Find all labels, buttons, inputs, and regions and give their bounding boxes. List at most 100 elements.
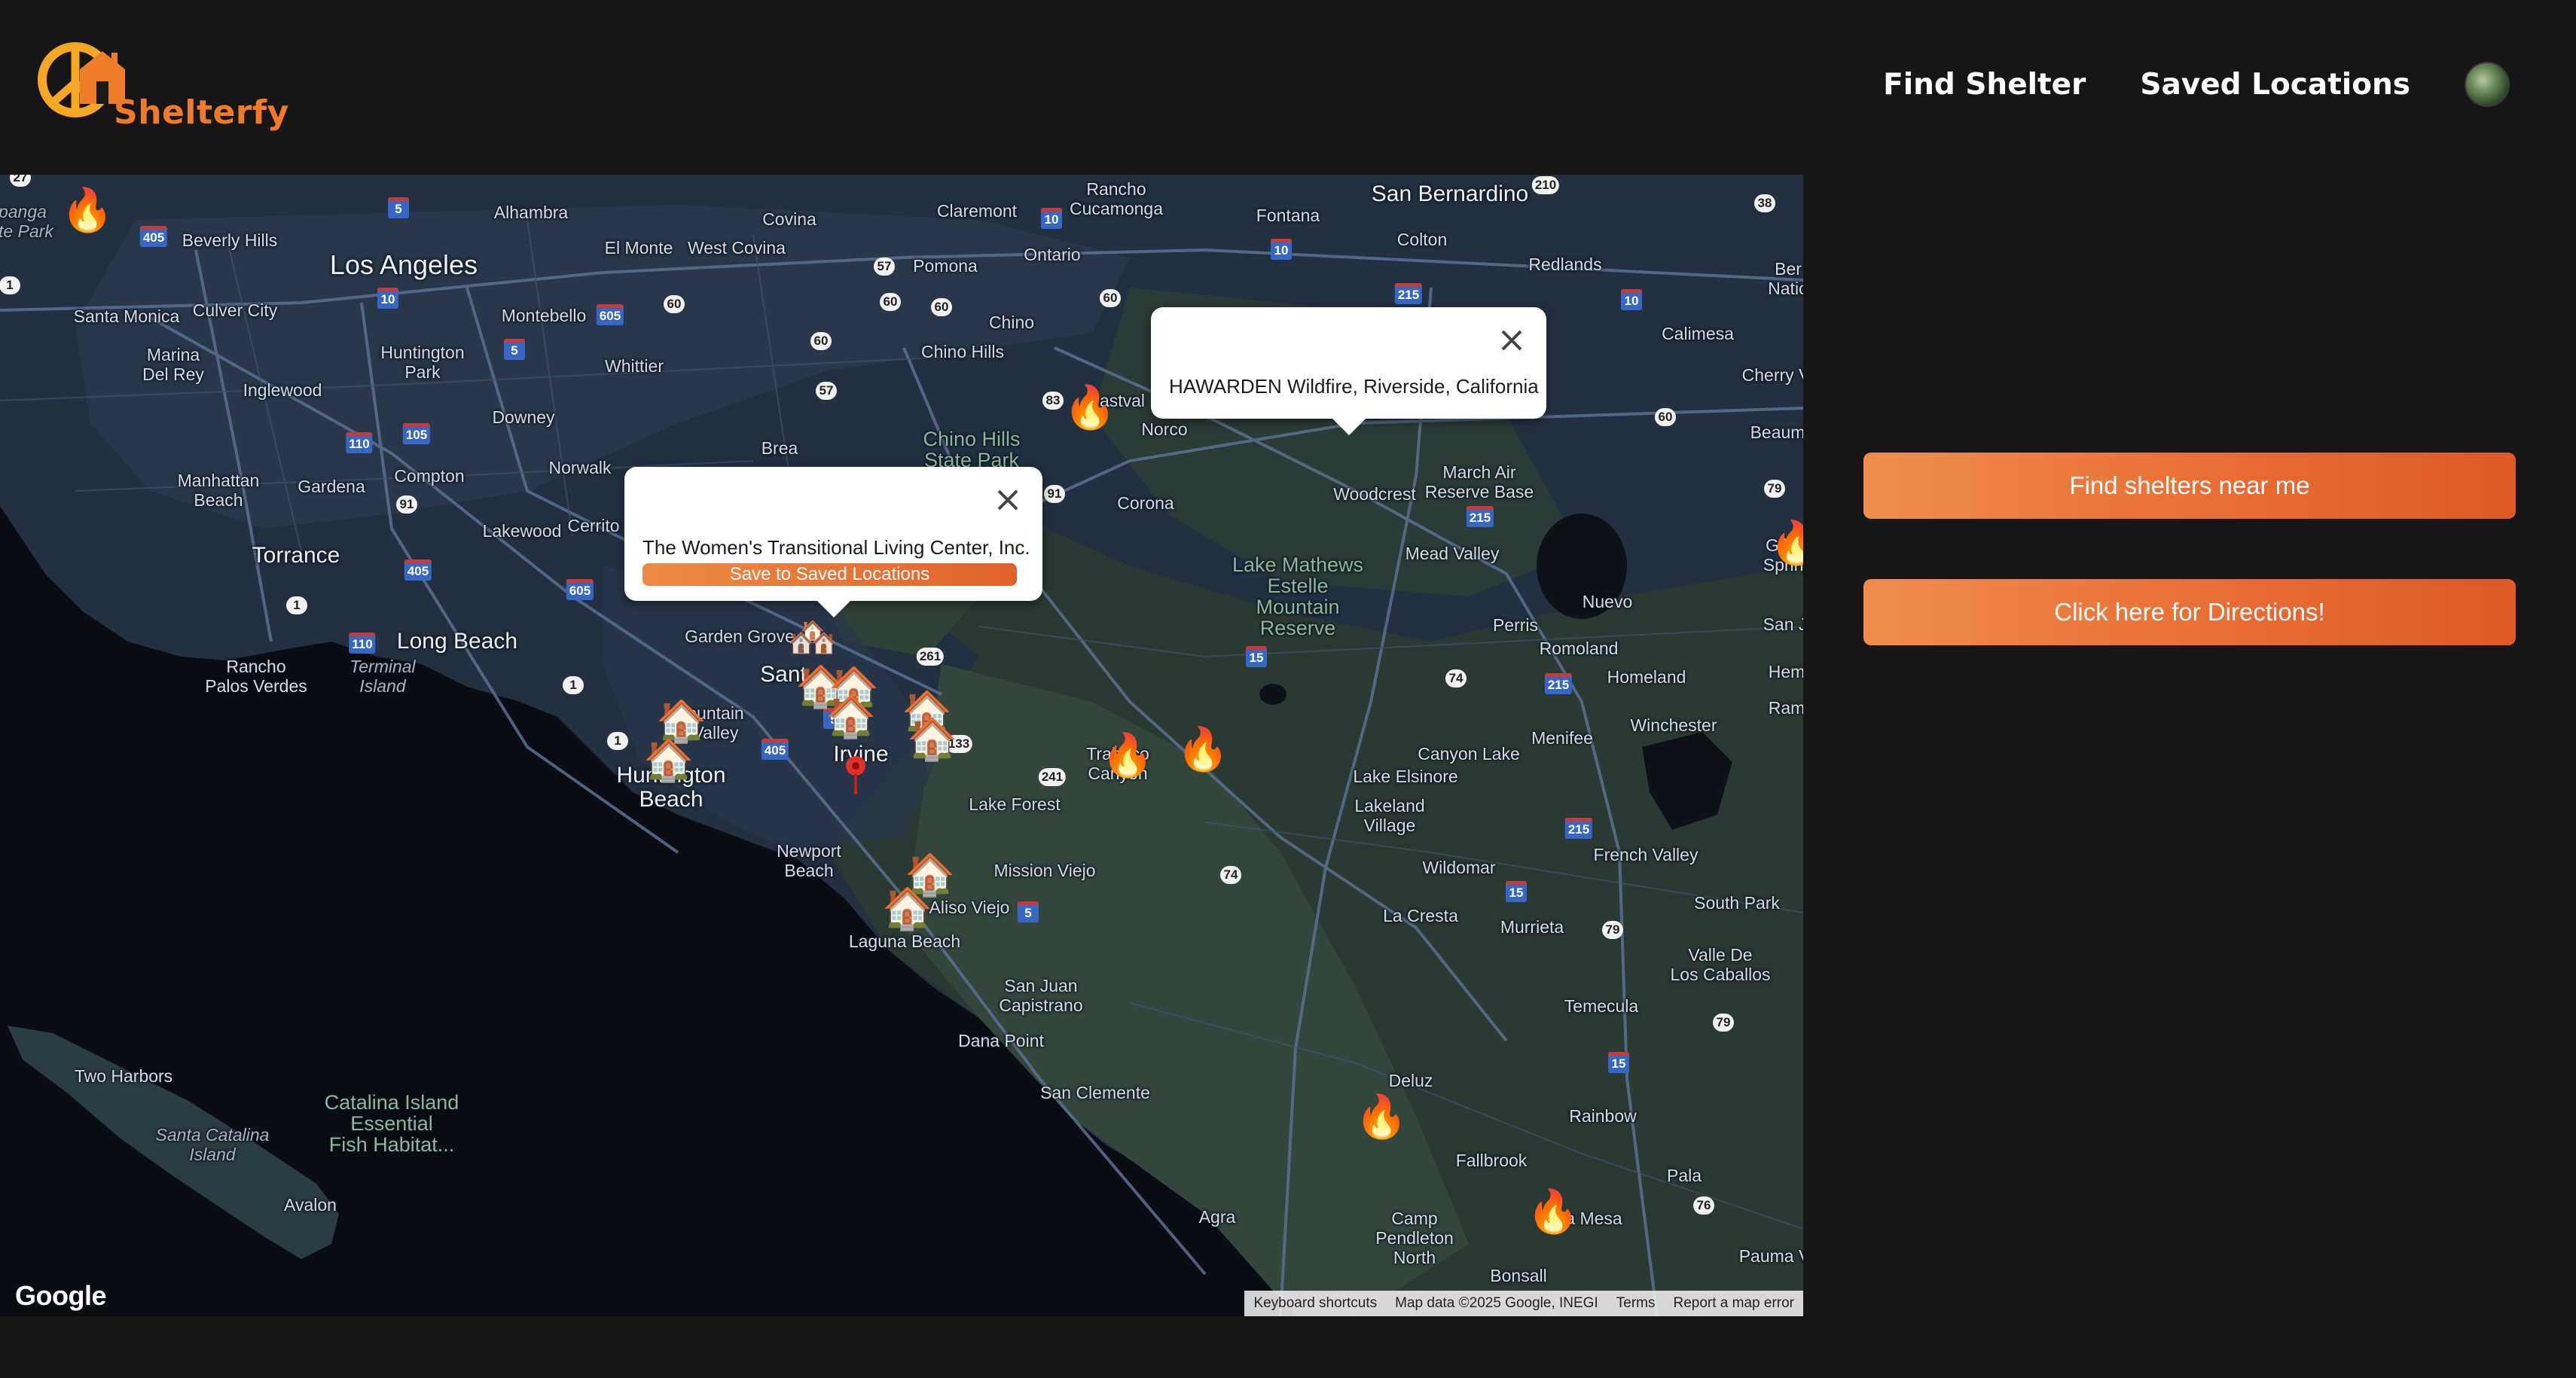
map-label-chino-hills: Chino Hills xyxy=(921,342,1004,361)
house-icon[interactable]: 🏘️ xyxy=(787,614,838,660)
map-label-manhattan-beach: Manhattan Beach xyxy=(177,471,260,510)
highway-shield: 60 xyxy=(664,295,685,313)
map-label-norco: Norco xyxy=(1141,419,1188,439)
highway-shield: 79 xyxy=(1602,921,1623,939)
fire-icon[interactable]: 🔥 xyxy=(1769,521,1803,566)
peace-house-icon xyxy=(38,42,125,117)
google-logo[interactable]: Google xyxy=(15,1280,107,1312)
highway-shield: 215 xyxy=(1394,283,1423,304)
brand-logo[interactable]: Shelterfy xyxy=(36,36,288,142)
map-label-romoland: Romoland xyxy=(1539,639,1619,658)
fire-icon[interactable]: 🔥 xyxy=(1101,733,1154,779)
map-view[interactable]: opanga ate Park Alhambra Covina Claremon… xyxy=(0,175,1803,1316)
map-label-terminal-island: Terminal Island xyxy=(349,657,416,696)
map-label-san-clemente: San Clemente xyxy=(1040,1083,1150,1102)
nav-find-shelter[interactable]: Find Shelter xyxy=(1883,68,2086,102)
map-label-bernardino-natl: Ber Natio xyxy=(1768,259,1803,298)
close-icon[interactable] xyxy=(1497,325,1527,355)
map-label-mission-viejo: Mission Viejo xyxy=(993,861,1096,880)
user-avatar[interactable] xyxy=(2465,62,2510,107)
shelter-title: The Women's Transitional Living Center, … xyxy=(642,536,1030,559)
map-label-lakeland-village: Lakeland Village xyxy=(1354,796,1425,835)
map-label-redlands: Redlands xyxy=(1528,255,1602,274)
highway-shield: 74 xyxy=(1220,866,1241,884)
nav-saved-locations[interactable]: Saved Locations xyxy=(2140,68,2410,102)
highway-shield: 215 xyxy=(1544,673,1573,694)
house-icon[interactable]: 🏠 xyxy=(643,738,694,783)
map-label-west-covina: West Covina xyxy=(688,238,786,258)
map-label-cerritos: Cerrito xyxy=(567,516,620,535)
map-label-wildomar: Wildomar xyxy=(1422,858,1496,877)
house-icon[interactable]: 🏠 xyxy=(882,886,932,931)
directions-button[interactable]: Click here for Directions! xyxy=(1863,579,2516,645)
highway-shield: 405 xyxy=(404,559,432,581)
fire-icon[interactable]: 🔥 xyxy=(1527,1190,1579,1235)
house-icon[interactable]: 🏠 xyxy=(826,694,876,739)
fire-title: HAWARDEN Wildfire, Riverside, California xyxy=(1169,375,1539,398)
close-icon[interactable] xyxy=(993,485,1023,515)
highway-shield: 215 xyxy=(1564,818,1593,839)
map-label-pauma: Pauma V xyxy=(1738,1246,1803,1266)
map-label-pala: Pala xyxy=(1666,1166,1702,1185)
map-label-rancho-cucamonga: Rancho Cucamonga xyxy=(1069,179,1164,218)
map-label-laguna-beach: Laguna Beach xyxy=(848,931,961,951)
highway-shield: 110 xyxy=(346,432,373,453)
map-label-whittier: Whittier xyxy=(605,356,664,376)
map-label-alhambra: Alhambra xyxy=(493,203,569,222)
map-label-corona: Corona xyxy=(1117,493,1174,513)
map-label-homeland: Homeland xyxy=(1607,667,1686,687)
map-label-san-jacinto: San J xyxy=(1763,614,1803,634)
map-label-la-cresta: La Cresta xyxy=(1383,906,1458,925)
highway-shield: 10 xyxy=(377,288,398,309)
highway-shield: 261 xyxy=(916,648,945,666)
highway-shield: 60 xyxy=(1655,408,1676,426)
location-pin-icon[interactable] xyxy=(844,755,867,796)
fire-icon[interactable]: 🔥 xyxy=(61,188,114,233)
highway-shield: 79 xyxy=(1713,1014,1734,1032)
map-label-colton: Colton xyxy=(1396,230,1448,249)
terms-link[interactable]: Terms xyxy=(1616,1295,1656,1312)
highway-shield: 83 xyxy=(1042,392,1064,410)
map-label-gardena: Gardena xyxy=(298,477,365,496)
map-label-el-monte: El Monte xyxy=(604,238,673,258)
map-label-avalon: Avalon xyxy=(284,1195,337,1215)
map-label-march-air: March Air Reserve Base xyxy=(1424,462,1534,502)
map-label-valle-de-los-caballos: Valle De Los Caballos xyxy=(1670,945,1771,984)
highway-shield: 15 xyxy=(1246,646,1267,667)
map-label-rainbow: Rainbow xyxy=(1569,1106,1637,1126)
map-label-san-juan-capistrano: San Juan Capistrano xyxy=(999,976,1083,1015)
report-error-link[interactable]: Report a map error xyxy=(1673,1295,1794,1312)
highway-shield: 1 xyxy=(0,276,20,294)
highway-shield: 60 xyxy=(880,293,901,311)
highway-shield: 110 xyxy=(349,633,376,654)
find-shelters-near-me-button[interactable]: Find shelters near me xyxy=(1863,453,2516,519)
fire-info-window: HAWARDEN Wildfire, Riverside, California xyxy=(1151,307,1546,435)
highway-shield: 91 xyxy=(396,495,417,514)
highway-shield: 79 xyxy=(1764,480,1785,498)
highway-shield: 5 xyxy=(388,197,409,218)
highway-shield: 74 xyxy=(1445,669,1467,687)
map-label-south-park: South Park xyxy=(1694,893,1780,913)
highway-shield: 1 xyxy=(563,676,584,694)
map-label-canyon-lake: Canyon Lake xyxy=(1418,744,1520,764)
map-label-hemet: Hem xyxy=(1768,662,1803,681)
highway-shield: 10 xyxy=(1041,208,1062,229)
highway-shield: 1 xyxy=(286,596,307,614)
house-icon[interactable]: 🏠 xyxy=(907,717,957,762)
save-location-button[interactable]: Save to Saved Locations xyxy=(642,563,1017,586)
fire-icon[interactable]: 🔥 xyxy=(1064,386,1116,431)
highway-shield: 91 xyxy=(1044,485,1065,503)
map-label-calimesa: Calimesa xyxy=(1662,324,1734,343)
map-label-los-angeles: Los Angeles xyxy=(329,249,478,280)
top-nav: Find Shelter Saved Locations xyxy=(1829,48,2510,120)
fire-icon[interactable]: 🔥 xyxy=(1355,1095,1408,1140)
map-label-marina-del-rey: Marina Del Rey xyxy=(142,345,204,384)
highway-shield: 241 xyxy=(1038,768,1067,786)
keyboard-shortcuts-link[interactable]: Keyboard shortcuts xyxy=(1253,1295,1377,1312)
map-label-deluz: Deluz xyxy=(1388,1071,1433,1090)
map-label-torrance: Torrance xyxy=(252,543,340,568)
map-label-dana-point: Dana Point xyxy=(958,1031,1044,1050)
map-label-downey: Downey xyxy=(492,407,555,427)
highway-shield: 105 xyxy=(402,423,431,444)
fire-icon[interactable]: 🔥 xyxy=(1177,727,1229,773)
